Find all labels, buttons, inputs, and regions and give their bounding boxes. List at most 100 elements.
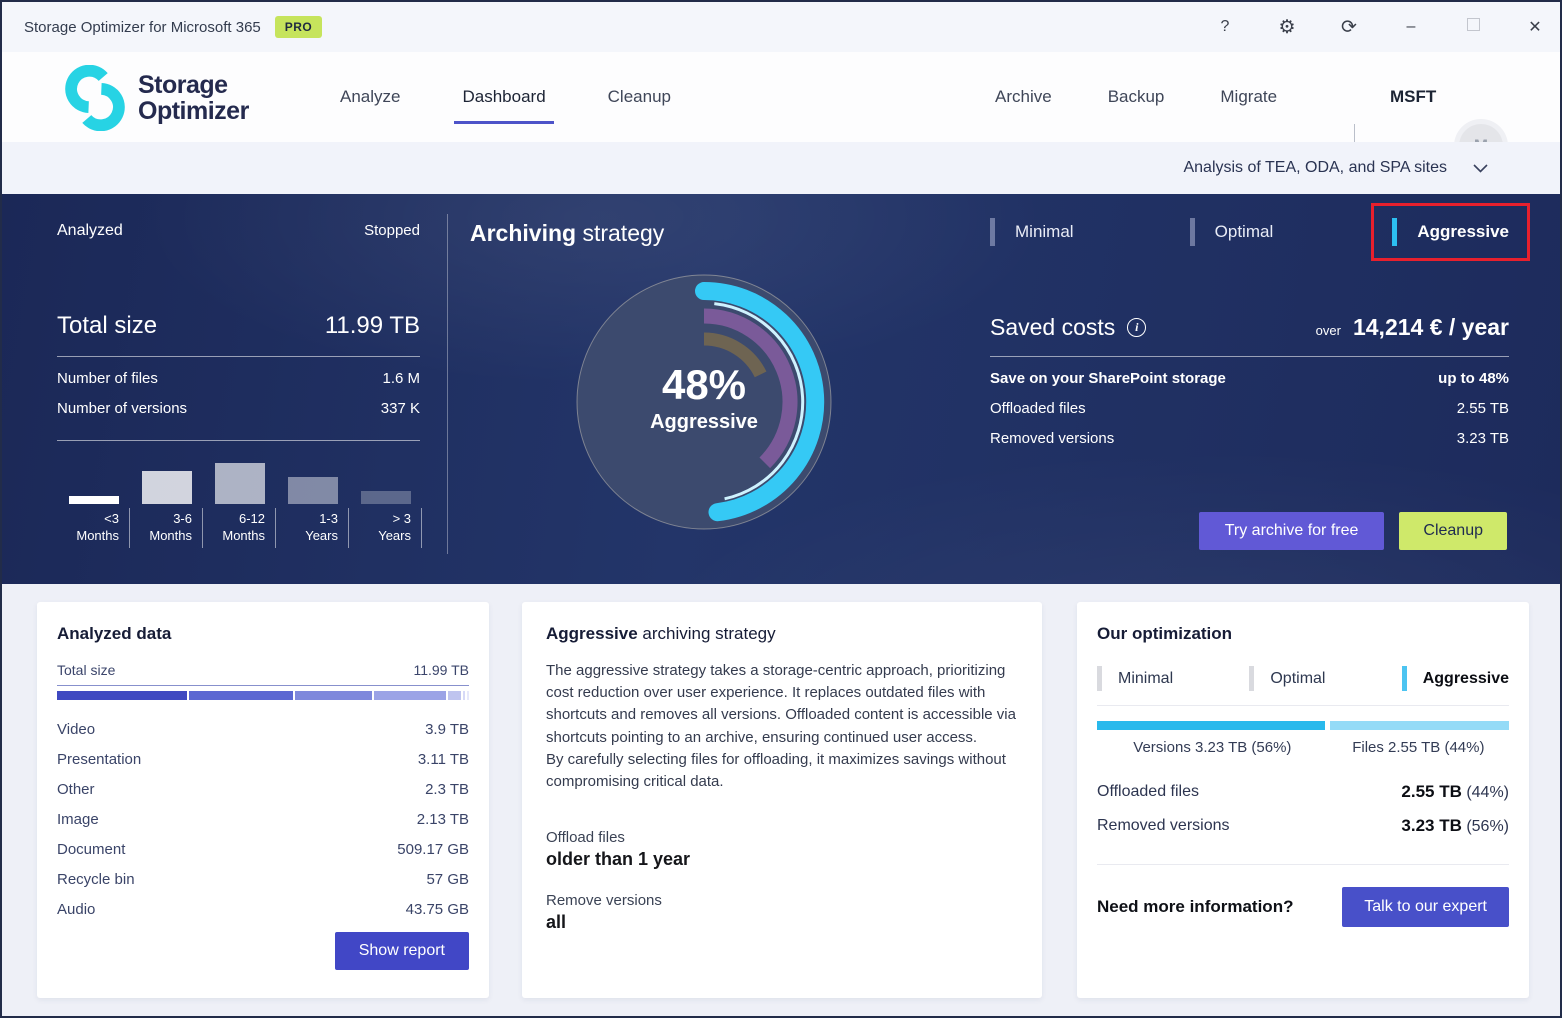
analysis-scope-bar: Analysis of TEA, ODA, and SPA sites	[2, 142, 1560, 194]
tab-optimal[interactable]: Optimal	[1189, 218, 1273, 246]
versions-count-row: Number of versions 337 K	[57, 400, 420, 417]
age-bar	[141, 471, 192, 504]
app-header: Storage Optimizer Analyze Dashboard Clea…	[2, 52, 1560, 170]
files-segment	[1329, 721, 1509, 730]
total-size-label: Total size	[57, 312, 158, 339]
list-item: Video 3.9 TB	[57, 720, 469, 738]
segment-presentation	[189, 691, 294, 700]
tab-aggressive[interactable]: Aggressive	[1401, 666, 1509, 691]
tab-indicator	[1097, 666, 1102, 691]
our-optimization-title: Our optimization	[1097, 624, 1233, 643]
removed-versions-row: Removed versions 3.23 TB (56%)	[1097, 816, 1509, 835]
more-info-question: Need more information?	[1097, 897, 1294, 916]
strategy-description-card: Aggressive archiving strategy The aggres…	[522, 602, 1042, 998]
versions-bar-label: Versions 3.23 TB (56%)	[1133, 739, 1292, 756]
remove-versions-value: all	[546, 912, 567, 933]
our-optimization-card: Our optimization Minimal Optimal Aggress…	[1077, 602, 1529, 998]
nav-left: Analyze Dashboard Cleanup	[340, 52, 671, 142]
cleanup-button[interactable]: Cleanup	[1399, 512, 1507, 550]
show-report-button[interactable]: Show report	[334, 932, 469, 970]
age-bucket-label: 3-6 Months	[130, 508, 203, 548]
versions-segment	[1097, 721, 1325, 730]
total-size-value: 11.99 TB	[324, 312, 420, 339]
divider	[990, 356, 1509, 357]
offload-files-value: older than 1 year	[546, 849, 691, 870]
file-age-labels: <3 Months 3-6 Months 6-12 Months 1-3 Years >…	[57, 508, 422, 548]
age-bucket-label: <3 Months	[57, 508, 130, 548]
tab-indicator	[1392, 218, 1398, 246]
chevron-down-icon[interactable]	[1473, 163, 1488, 173]
info-icon[interactable]: i	[1127, 318, 1147, 337]
versions-files-bar	[1097, 721, 1509, 730]
nav-archive[interactable]: Archive	[995, 87, 1052, 107]
settings-gear-icon[interactable]: ⚙	[1276, 16, 1298, 39]
refresh-icon[interactable]: ⟳	[1338, 16, 1360, 39]
segment-recycle	[463, 691, 466, 700]
pro-badge: PRO	[274, 16, 323, 38]
nav-analyze[interactable]: Analyze	[340, 87, 400, 107]
divider	[57, 440, 420, 441]
list-item: Image 2.13 TB	[57, 810, 469, 828]
dashboard-hero-panel: Analyzed Stopped Total size 11.99 TB Num…	[2, 194, 1560, 584]
storage-optimizer-logo-icon	[65, 65, 125, 131]
close-icon[interactable]: ✕	[1524, 17, 1546, 37]
app-logo: Storage Optimizer	[64, 65, 249, 131]
age-bucket-label: 6-12 Months	[203, 508, 276, 548]
nav-right: Archive Backup Migrate	[995, 52, 1277, 142]
minimize-icon[interactable]: –	[1400, 18, 1422, 36]
list-item: Document 509.17 GB	[57, 840, 469, 858]
analyzed-summary: Analyzed Stopped Total size 11.99 TB Num…	[57, 194, 422, 584]
divider	[57, 356, 420, 357]
brand-name: Storage Optimizer	[138, 71, 249, 125]
segment-image	[374, 691, 446, 700]
age-bar	[214, 463, 265, 504]
analyzed-data-card: Analyzed data Total size 11.99 TB Video 3…	[37, 602, 489, 998]
strategy-description-text: The aggressive strategy takes a storage-…	[546, 662, 1016, 790]
tab-indicator	[1189, 218, 1195, 246]
files-bar-label: Files 2.55 TB (44%)	[1352, 739, 1485, 756]
talk-to-expert-button[interactable]: Talk to our expert	[1342, 887, 1509, 927]
tenant-label[interactable]: MSFT	[1390, 52, 1436, 142]
list-item: Recycle bin 57 GB	[57, 870, 469, 888]
age-bucket-label: > 3 Years	[349, 508, 422, 548]
removed-versions-row: Removed versions 3.23 TB	[990, 430, 1509, 447]
tab-minimal[interactable]: Minimal	[1097, 666, 1173, 691]
analysis-scope-label[interactable]: Analysis of TEA, ODA, and SPA sites	[1183, 159, 1447, 177]
remove-versions-label: Remove versions	[546, 892, 662, 910]
files-count-row: Number of files 1.6 M	[57, 370, 420, 387]
list-item: Audio 43.75 GB	[57, 900, 469, 918]
saved-costs-amount: over 14,214 € / year	[1315, 314, 1509, 340]
segment-video	[57, 691, 188, 700]
saved-costs-title: Saved costs i	[990, 314, 1147, 341]
divider	[1097, 705, 1509, 706]
offloaded-files-row: Offloaded files 2.55 TB (44%)	[1097, 782, 1509, 801]
bar-labels: Versions 3.23 TB (56%) Files 2.55 TB (44…	[1097, 739, 1509, 756]
tab-optimal[interactable]: Optimal	[1249, 666, 1325, 691]
help-icon[interactable]: ?	[1214, 18, 1236, 36]
file-age-histogram	[57, 450, 422, 504]
segment-audio	[467, 691, 470, 700]
offloaded-files-row: Offloaded files 2.55 TB	[990, 400, 1509, 417]
nav-migrate[interactable]: Migrate	[1220, 87, 1277, 107]
segment-other	[295, 691, 373, 700]
tab-minimal[interactable]: Minimal	[990, 218, 1074, 246]
strategy-tabs: Minimal Optimal Aggressive	[990, 203, 1530, 261]
sharepoint-savings-row: Save on your SharePoint storage up to 48…	[990, 370, 1509, 387]
window-controls: ? ⚙ ⟳ – ✕	[1214, 2, 1546, 52]
strategy-description-title: Aggressive archiving strategy	[546, 624, 776, 643]
offload-files-label: Offload files	[546, 829, 625, 847]
analysis-status: Stopped	[364, 222, 420, 239]
maximize-icon[interactable]	[1462, 18, 1484, 36]
analyzed-title: Analyzed	[57, 222, 123, 239]
nav-dashboard[interactable]: Dashboard	[454, 87, 554, 124]
try-archive-button[interactable]: Try archive for free	[1198, 512, 1385, 550]
nav-cleanup[interactable]: Cleanup	[608, 87, 671, 107]
tab-aggressive[interactable]: Aggressive	[1371, 203, 1530, 261]
list-item: Presentation 3.11 TB	[57, 750, 469, 768]
optimization-tabs: Minimal Optimal Aggressive	[1097, 666, 1509, 691]
data-composition-bar	[57, 691, 470, 700]
nav-backup[interactable]: Backup	[1108, 87, 1165, 107]
vertical-divider	[447, 214, 448, 554]
segment-document	[447, 691, 462, 700]
strategy-donut-chart	[574, 272, 834, 532]
